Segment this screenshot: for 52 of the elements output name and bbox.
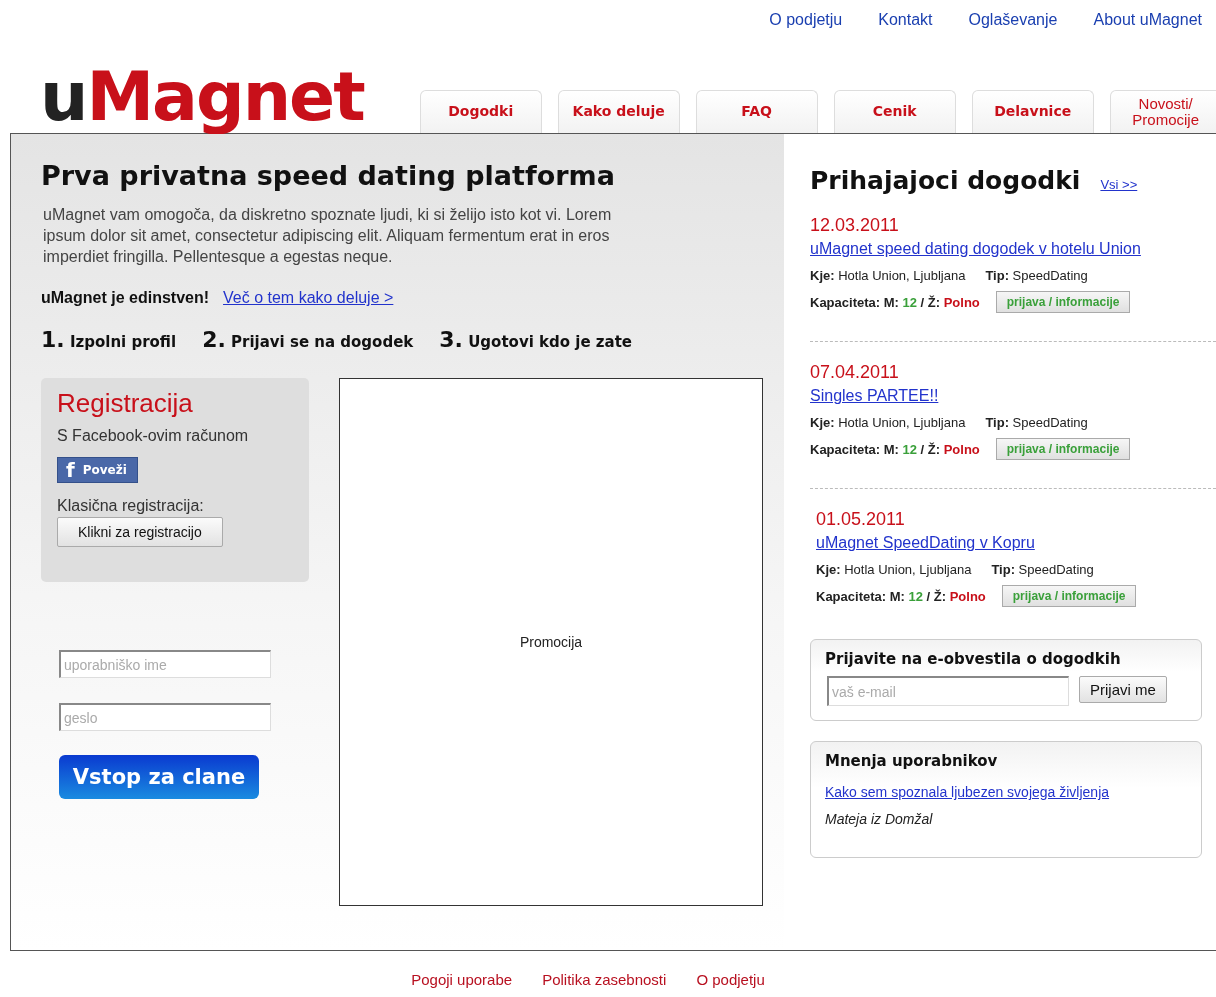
footer-link[interactable]: Pogoji uporabe	[411, 971, 513, 989]
events-heading: Prihajajoci dogodki	[810, 166, 1081, 195]
promo-label: Promocija	[519, 634, 583, 651]
event-date: 01.05.2011	[816, 509, 906, 530]
password-field[interactable]: geslo	[59, 703, 271, 732]
step-label: 1. Izpolni profil	[41, 327, 177, 353]
event-link[interactable]: uMagnet speed dating dogodek v hotelu Union	[810, 240, 1141, 258]
event-type: Tip: SpeedDating	[985, 415, 1088, 430]
event-type: Tip: SpeedDating	[985, 268, 1088, 283]
review-link[interactable]: Kako sem spoznala ljubezen svojega življenja	[825, 784, 1110, 800]
event-capacity: Kapaciteta: M: 12 / Ž: Polno	[810, 294, 980, 310]
top-nav-link[interactable]: O podjetju	[769, 11, 843, 37]
event-capacity: Kapaciteta: M: 12 / Ž: Polno	[816, 588, 986, 604]
top-nav-link[interactable]: Oglaševanje	[968, 11, 1058, 37]
reviews-title: Mnenja uporabnikov	[825, 752, 999, 770]
top-nav-link[interactable]: About uMagnet	[1093, 11, 1202, 37]
event-date: 12.03.2011	[810, 215, 900, 236]
login-button[interactable]: Vstop za clane	[59, 755, 259, 800]
event-date: 07.04.2011	[810, 362, 900, 383]
nav-tab[interactable]: Kako deluje	[557, 90, 680, 133]
intro-paragraph: uMagnet vam omogoča, da diskretno spoznate ljudi, ki si želijo isto kot vi. Lorem ipsum dolor sit amet, consectetur adipiscing elit. Aliquam fermentum erat in eros imperdiet fringilla. Pellentesque a egestas neque.	[43, 205, 613, 267]
nav-tab[interactable]: Novosti/ Promocije	[1109, 90, 1216, 133]
tagline: uMagnet je edinstven!	[41, 289, 210, 308]
step-label: 3. Ugotovi kdo je zate	[439, 327, 632, 353]
event-type: Tip: SpeedDating	[991, 562, 1094, 577]
newsletter-title: Prijavite na e-obvestila o dogodkih	[825, 650, 1122, 668]
facebook-connect-button[interactable]: f Poveži	[57, 457, 138, 484]
nav-tab[interactable]: Cenik	[833, 90, 956, 133]
more-link[interactable]: Več o tem kako deluje >	[223, 289, 394, 308]
nav-tab[interactable]: Delavnice	[971, 90, 1094, 133]
step-label: 2. Prijavi se na dogodek	[202, 327, 414, 353]
review-author: Mateja iz Domžal	[825, 811, 934, 827]
event-location: Kje: Hotla Union, Ljubljana	[816, 562, 972, 577]
event-capacity: Kapaciteta: M: 12 / Ž: Polno	[810, 441, 980, 457]
event-link[interactable]: uMagnet SpeedDating v Kopru	[816, 534, 1035, 552]
classic-label: Klasična registracija:	[57, 497, 205, 516]
top-nav-link[interactable]: Kontakt	[878, 11, 933, 37]
page-heading: Prva privatna speed dating platforma	[41, 160, 616, 191]
facebook-label: S Facebook-ovim računom	[57, 427, 250, 446]
nav-tab[interactable]: FAQ	[695, 90, 818, 133]
footer-link[interactable]: Politika zasebnosti	[542, 971, 667, 989]
footer-link[interactable]: O podjetju	[696, 971, 765, 989]
username-field[interactable]: uporabniško ime	[59, 650, 271, 679]
all-events-link[interactable]: Vsi >>	[1100, 177, 1138, 192]
registration-title: Registracija	[57, 388, 194, 420]
event-location: Kje: Hotla Union, Ljubljana	[810, 268, 966, 283]
event-link[interactable]: Singles PARTEE!!	[810, 387, 939, 405]
email-field[interactable]: vaš e-mail	[827, 676, 1069, 706]
event-location: Kje: Hotla Union, Ljubljana	[810, 415, 966, 430]
nav-tab[interactable]: Dogodki	[419, 90, 542, 133]
register-button[interactable]: Klikni za registracijo	[57, 517, 223, 548]
subscribe-button[interactable]: Prijavi me	[1079, 676, 1167, 703]
